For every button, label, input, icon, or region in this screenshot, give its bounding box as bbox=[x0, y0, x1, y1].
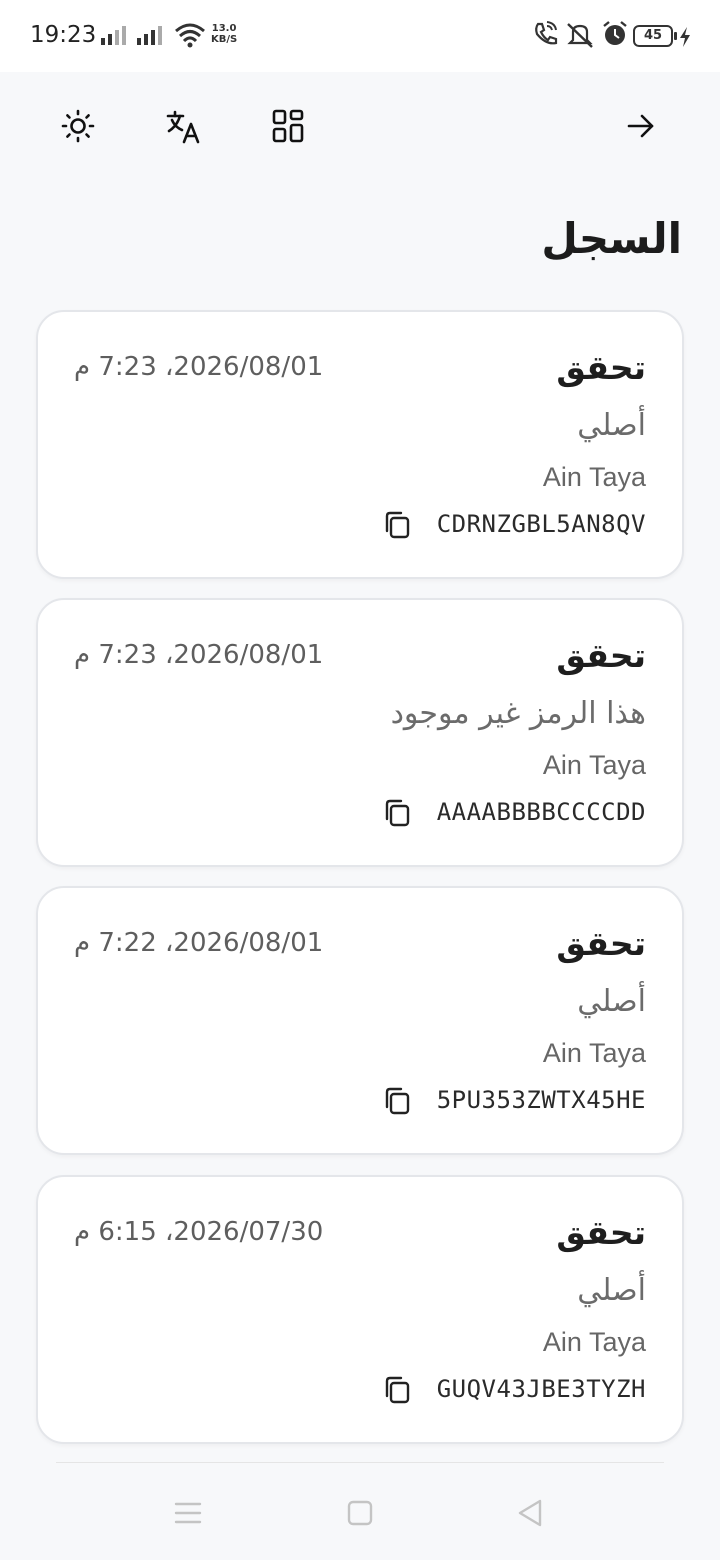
charging-icon bbox=[680, 27, 690, 47]
home-square-icon bbox=[347, 1500, 373, 1526]
card-status: أصلي bbox=[577, 408, 646, 443]
card-title: تحقق bbox=[556, 1213, 646, 1252]
copy-icon bbox=[385, 799, 410, 827]
card-status: هذا الرمز غير موجود bbox=[390, 696, 646, 731]
net-speed-unit: KB/S bbox=[211, 34, 238, 45]
card-location: Ain Taya bbox=[542, 1038, 646, 1068]
card-status: أصلي bbox=[577, 984, 646, 1019]
back-triangle-icon bbox=[518, 1499, 542, 1527]
copy-button[interactable] bbox=[380, 1084, 414, 1118]
wifi-icon bbox=[175, 23, 205, 48]
home-button[interactable] bbox=[340, 1493, 380, 1533]
arrow-right-icon bbox=[627, 114, 654, 138]
menu-icon bbox=[174, 1502, 202, 1524]
alarm-icon bbox=[603, 21, 627, 45]
card-code: AAAABBBBCCCCDD bbox=[436, 798, 646, 826]
copy-button[interactable] bbox=[380, 508, 414, 542]
card-code: 5PU353ZWTX45HE bbox=[436, 1086, 646, 1114]
mute-icon bbox=[567, 23, 593, 48]
card-datetime: 2026/08/01، 7:23 م bbox=[74, 640, 324, 670]
copy-button[interactable] bbox=[380, 1373, 414, 1407]
system-back-button[interactable] bbox=[510, 1493, 550, 1533]
battery-indicator: 45 bbox=[633, 25, 677, 47]
recents-button[interactable] bbox=[168, 1493, 208, 1533]
system-nav-bar bbox=[0, 1463, 720, 1560]
theme-toggle-button[interactable] bbox=[58, 106, 98, 146]
card-datetime: 2026/08/01، 7:22 م bbox=[74, 928, 324, 958]
status-time: 19:23 bbox=[30, 22, 97, 48]
history-card: تحقق 2026/08/01، 7:23 م هذا الرمز غير مو… bbox=[36, 598, 684, 867]
history-card: تحقق 2026/08/01، 7:22 م أصلي Ain Taya 5P… bbox=[36, 886, 684, 1155]
grid-icon bbox=[272, 109, 304, 143]
copy-icon bbox=[385, 511, 410, 539]
signal-icon-2 bbox=[137, 26, 162, 45]
copy-button[interactable] bbox=[380, 796, 414, 830]
language-button[interactable] bbox=[163, 106, 203, 146]
card-location: Ain Taya bbox=[542, 462, 646, 492]
back-button[interactable] bbox=[621, 106, 661, 146]
translate-icon bbox=[166, 110, 200, 144]
card-title: تحقق bbox=[556, 924, 646, 963]
status-bar: 19:23 13.0 KB/S 45 bbox=[0, 0, 720, 72]
card-title: تحقق bbox=[556, 636, 646, 675]
history-card: تحقق 2026/07/30، 6:15 م أصلي Ain Taya GU… bbox=[36, 1175, 684, 1444]
net-speed-value: 13.0 bbox=[211, 23, 237, 34]
card-code: CDRNZGBL5AN8QV bbox=[436, 510, 646, 538]
card-location: Ain Taya bbox=[542, 1327, 646, 1357]
net-speed: 13.0 KB/S bbox=[211, 23, 237, 45]
signal-icon bbox=[101, 26, 126, 45]
copy-icon bbox=[385, 1376, 410, 1404]
card-code: GUQV43JBE3TYZH bbox=[436, 1375, 646, 1403]
history-card: تحقق 2026/08/01، 7:23 م أصلي Ain Taya CD… bbox=[36, 310, 684, 579]
apps-button[interactable] bbox=[268, 106, 308, 146]
brightness-icon bbox=[61, 109, 95, 143]
wifi-call-icon bbox=[535, 21, 558, 45]
card-location: Ain Taya bbox=[542, 750, 646, 780]
copy-icon bbox=[385, 1087, 410, 1115]
card-datetime: 2026/08/01، 7:23 م bbox=[74, 352, 324, 382]
card-title: تحقق bbox=[556, 348, 646, 387]
card-datetime: 2026/07/30، 6:15 م bbox=[74, 1217, 324, 1247]
page-title: السجل bbox=[541, 214, 682, 263]
card-status: أصلي bbox=[577, 1273, 646, 1308]
